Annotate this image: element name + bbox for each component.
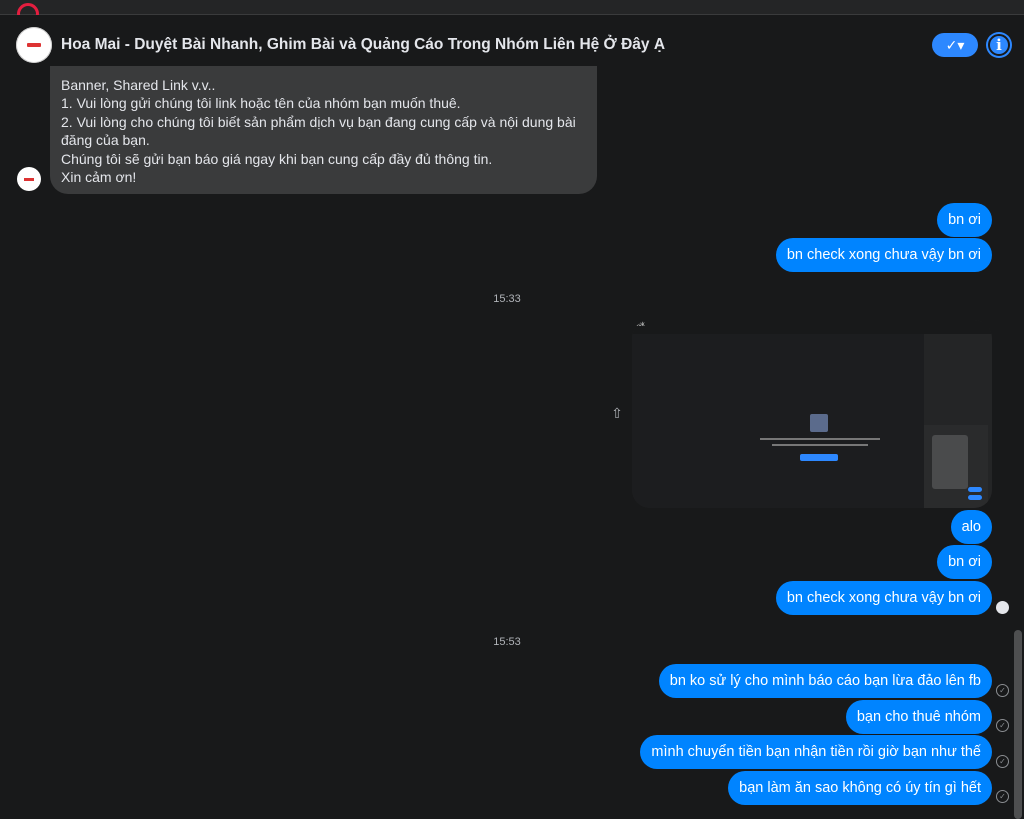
outgoing-message[interactable]: bn check xong chưa vậy bn ơi [775,238,992,272]
sender-avatar[interactable] [17,167,41,191]
seen-indicator-avatar [996,601,1009,614]
check-dropdown-icon: ✓▾ [945,36,965,53]
info-icon: i [996,36,1002,54]
attachment-top-bar: ook [632,320,992,334]
outgoing-message[interactable]: bn ơi [937,203,992,237]
lock-illustration-icon [810,414,828,432]
timestamp: 15:33 [493,293,521,305]
sent-status-icon: ✓ [996,684,1009,697]
incoming-message-bubble[interactable]: Banner, Shared Link v.v.. 1. Vui lòng gử… [50,66,597,194]
conversation-title[interactable]: Hoa Mai - Duyệt Bài Nhanh, Ghim Bài và Q… [61,36,665,54]
outgoing-message[interactable]: bạn làm ăn sao không có úy tín gì hết [728,771,992,805]
attachment-button-graphic [800,454,838,461]
window-top-bar [0,0,1024,15]
message-line: 2. Vui lòng cho chúng tôi biết sản phẩm … [61,114,576,130]
image-attachment[interactable]: ook [632,320,992,508]
attachment-panel-block [932,435,968,489]
timestamp: 15:53 [493,636,521,648]
share-icon[interactable]: ⇧ [609,405,625,421]
scrollbar[interactable] [1014,630,1022,819]
attachment-text-line [772,444,868,446]
check-dropdown-button[interactable]: ✓▾ [932,33,978,57]
sent-status-icon: ✓ [996,719,1009,732]
attachment-panel-bubble [968,495,982,500]
attachment-side-panel [924,425,988,508]
outgoing-message[interactable]: bạn cho thuê nhóm [845,700,992,734]
message-line: đăng của bạn. [61,132,150,148]
sent-status-icon: ✓ [996,755,1009,768]
info-button[interactable]: i [986,32,1012,58]
outgoing-message[interactable]: alo [950,510,992,544]
message-line: Banner, Shared Link v.v.. [61,77,216,93]
outgoing-message[interactable]: bn ơi [937,545,992,579]
outgoing-message[interactable]: bn check xong chưa vậy bn ơi [775,581,992,615]
attachment-content [632,334,924,508]
sent-status-icon: ✓ [996,790,1009,803]
outgoing-message[interactable]: bn ko sử lý cho mình báo cáo bạn lừa đảo… [658,664,992,698]
attachment-text-line [760,438,880,440]
message-line: Xin cảm ơn! [61,169,137,185]
message-line: Chúng tôi sẽ gửi bạn báo giá ngay khi bạ… [61,151,493,167]
contact-avatar[interactable] [16,27,52,63]
attachment-label: ook [635,322,645,328]
attachment-panel-bubble [968,487,982,492]
message-line: 1. Vui lòng gửi chúng tôi link hoặc tên … [61,95,461,111]
outgoing-message[interactable]: mình chuyển tiền bạn nhận tiền rồi giờ b… [640,735,992,769]
